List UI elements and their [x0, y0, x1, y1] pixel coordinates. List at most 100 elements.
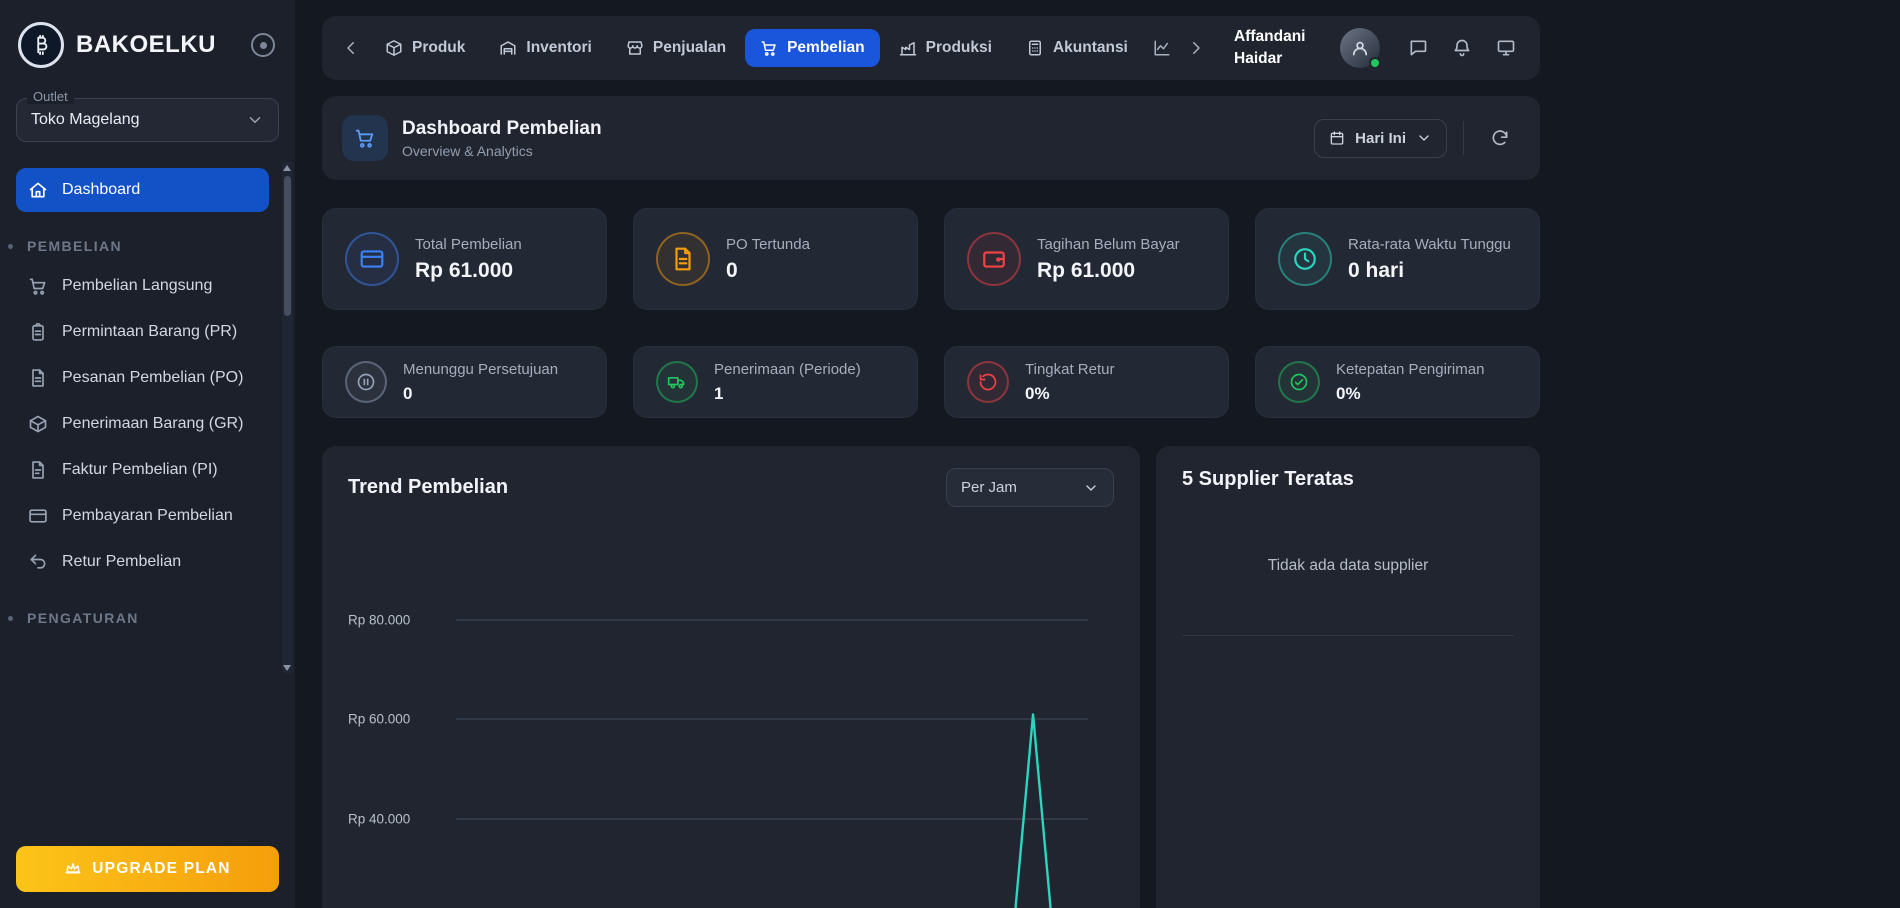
- interval-dropdown[interactable]: Per Jam: [946, 468, 1114, 507]
- trend-line: [456, 535, 1088, 908]
- suppliers-empty-text: Tidak ada data supplier: [1182, 557, 1514, 575]
- stat-card-total-pembelian: Total Pembelian Rp 61.000: [322, 208, 607, 310]
- sidebar-item-pembelian-langsung[interactable]: Pembelian Langsung: [16, 264, 269, 308]
- stat-card-menunggu-persetujuan: Menunggu Persetujuan 0: [322, 346, 607, 418]
- section-bullet-icon: [8, 616, 13, 621]
- sidebar-collapse-button[interactable]: [251, 33, 275, 57]
- stat-label: Tagihan Belum Bayar: [1037, 235, 1180, 255]
- nav-item-label: Produksi: [926, 39, 992, 57]
- chat-icon[interactable]: [1398, 28, 1438, 68]
- sidebar-item-retur-pembelian[interactable]: Retur Pembelian: [16, 540, 269, 584]
- sidebar-item-pembayaran-pembelian[interactable]: Pembayaran Pembelian: [16, 494, 269, 538]
- sidebar-item-label: Pembelian Langsung: [62, 277, 212, 295]
- stat-card-penerimaan-periode: Penerimaan (Periode) 1: [633, 346, 918, 418]
- sidebar-item-label: Permintaan Barang (PR): [62, 323, 237, 341]
- stat-card-tingkat-retur: Tingkat Retur 0%: [944, 346, 1229, 418]
- stat-card-ketepatan-pengiriman: Ketepatan Pengiriman 0%: [1255, 346, 1540, 418]
- sidebar-item-faktur-pembelian[interactable]: Faktur Pembelian (PI): [16, 448, 269, 492]
- sidebar-nav: Dashboard PEMBELIAN Pembelian Langsung P…: [16, 168, 279, 626]
- collapse-dot-icon: [260, 42, 267, 49]
- stat-label: Rata-rata Waktu Tunggu: [1348, 235, 1511, 255]
- scrollbar-down-icon[interactable]: [283, 665, 291, 671]
- home-icon: [28, 180, 48, 200]
- stat-value: 0 hari: [1348, 259, 1511, 283]
- nav-item-produk[interactable]: Produk: [370, 29, 480, 67]
- chevron-down-icon: [246, 111, 264, 129]
- stat-value: 0%: [1336, 384, 1484, 404]
- nav-item-akuntansi[interactable]: Akuntansi: [1011, 29, 1143, 67]
- outlet-label: Outlet: [27, 89, 74, 104]
- y-tick-40000: Rp 40.000: [348, 812, 448, 827]
- nav-scroll-right-button[interactable]: [1181, 33, 1211, 63]
- nav-item-inventori[interactable]: Inventori: [484, 29, 606, 67]
- cart-icon: [760, 39, 778, 57]
- nav-scroll-left-button[interactable]: [336, 33, 366, 63]
- y-tick-60000: Rp 60.000: [348, 712, 448, 727]
- sidebar-item-label: Dashboard: [62, 181, 140, 199]
- section-label: PEMBELIAN: [27, 238, 122, 254]
- nav-item-produksi[interactable]: Produksi: [884, 29, 1007, 67]
- file-text-icon: [28, 368, 48, 388]
- monitor-icon[interactable]: [1486, 28, 1526, 68]
- truck-icon: [656, 361, 698, 403]
- sidebar-item-pesanan-pembelian[interactable]: Pesanan Pembelian (PO): [16, 356, 269, 400]
- check-circle-icon: [1278, 361, 1320, 403]
- suppliers-title: 5 Supplier Teratas: [1182, 468, 1514, 491]
- stat-label: Tingkat Retur: [1025, 360, 1114, 380]
- divider: [1182, 635, 1514, 636]
- stat-value: 0: [403, 384, 558, 404]
- trend-plot: Rp 80.000 Rp 60.000 Rp 40.000: [348, 535, 1114, 908]
- sidebar-item-penerimaan-barang[interactable]: Penerimaan Barang (GR): [16, 402, 269, 446]
- bell-icon[interactable]: [1442, 28, 1482, 68]
- rotate-ccw-icon: [967, 361, 1009, 403]
- file-text-icon: [656, 232, 710, 286]
- trend-chart-card: Trend Pembelian Per Jam Rp 80.000 Rp 60.…: [322, 446, 1140, 908]
- scrollbar-thumb[interactable]: [284, 176, 291, 316]
- outlet-value: Toko Magelang: [31, 111, 140, 129]
- section-pembelian: PEMBELIAN: [16, 238, 269, 254]
- stat-card-po-tertunda: PO Tertunda 0: [633, 208, 918, 310]
- user-name: Affandani Haidar: [1234, 26, 1326, 69]
- credit-card-icon: [28, 506, 48, 526]
- stat-value: 1: [714, 384, 861, 404]
- stat-label: Ketepatan Pengiriman: [1336, 360, 1484, 380]
- nav-item-laporan-icon[interactable]: [1147, 33, 1177, 63]
- stat-label: Penerimaan (Periode): [714, 360, 861, 380]
- section-label: PENGATURAN: [27, 610, 139, 626]
- sidebar-item-dashboard[interactable]: Dashboard: [16, 168, 269, 212]
- avatar[interactable]: [1340, 28, 1380, 68]
- period-filter-dropdown[interactable]: Hari Ini: [1314, 119, 1447, 158]
- sidebar-scrollbar[interactable]: [282, 162, 293, 674]
- scrollbar-up-icon[interactable]: [283, 165, 291, 171]
- sidebar-item-permintaan-barang[interactable]: Permintaan Barang (PR): [16, 310, 269, 354]
- logo-row: BAKOELKU: [16, 0, 279, 82]
- interval-value: Per Jam: [961, 479, 1017, 496]
- period-filter-value: Hari Ini: [1355, 130, 1406, 147]
- brand-name: BAKOELKU: [76, 31, 216, 59]
- clock-pause-icon: [345, 361, 387, 403]
- return-arrow-icon: [28, 552, 48, 572]
- stat-card-tagihan-belum-bayar: Tagihan Belum Bayar Rp 61.000: [944, 208, 1229, 310]
- upgrade-label: UPGRADE PLAN: [92, 860, 230, 878]
- bottom-panels: Trend Pembelian Per Jam Rp 80.000 Rp 60.…: [322, 446, 1540, 908]
- upgrade-plan-button[interactable]: UPGRADE PLAN: [16, 846, 279, 892]
- sidebar-item-label: Penerimaan Barang (GR): [62, 415, 243, 433]
- chevron-down-icon: [1416, 130, 1432, 146]
- section-bullet-icon: [8, 244, 13, 249]
- divider: [1463, 121, 1464, 155]
- stats-secondary-row: Menunggu Persetujuan 0 Penerimaan (Perio…: [322, 346, 1540, 418]
- stat-card-rata-rata-waktu-tunggu: Rata-rata Waktu Tunggu 0 hari: [1255, 208, 1540, 310]
- sidebar: BAKOELKU Outlet Toko Magelang Dashboard …: [0, 0, 295, 908]
- invoice-icon: [28, 460, 48, 480]
- refresh-icon[interactable]: [1480, 118, 1520, 158]
- stat-label: Total Pembelian: [415, 235, 522, 255]
- nav-item-pembelian[interactable]: Pembelian: [745, 29, 880, 67]
- nav-item-label: Pembelian: [787, 39, 865, 57]
- outlet-selector[interactable]: Outlet Toko Magelang: [16, 98, 279, 142]
- nav-item-penjualan[interactable]: Penjualan: [611, 29, 741, 67]
- store-icon: [626, 39, 644, 57]
- stat-label: PO Tertunda: [726, 235, 810, 255]
- package-icon: [28, 414, 48, 434]
- top-suppliers-card: 5 Supplier Teratas Tidak ada data suppli…: [1156, 446, 1540, 908]
- sidebar-item-label: Pesanan Pembelian (PO): [62, 369, 243, 387]
